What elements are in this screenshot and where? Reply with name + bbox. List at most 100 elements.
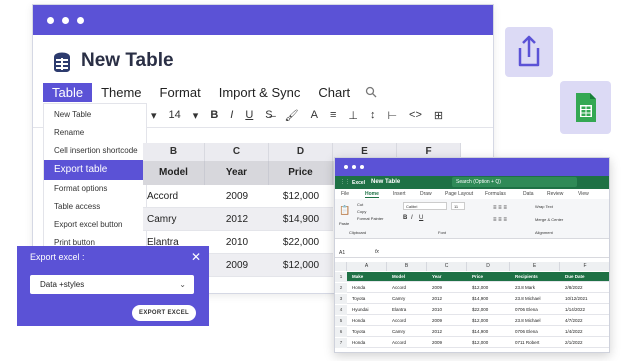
bold-icon[interactable]: B [403, 215, 407, 221]
dropdown-item-export-excel[interactable]: Export excel button [44, 216, 146, 234]
table-cell[interactable]: Honda [347, 316, 387, 326]
ribbon-tab-view[interactable]: View [578, 191, 589, 197]
table-cell[interactable]: Camry [387, 294, 427, 304]
ribbon-tab-formulas[interactable]: Formulas [485, 191, 506, 197]
table-cell[interactable]: Elantra [387, 305, 427, 315]
table-cell[interactable]: $12,000 [269, 254, 333, 277]
ribbon-tab-home[interactable]: Home [365, 191, 379, 198]
table-cell[interactable]: Accord [387, 316, 427, 326]
font-size-value[interactable]: 14 [169, 109, 181, 121]
valign-icon[interactable]: ⊥ [348, 109, 358, 122]
share-card[interactable] [505, 27, 553, 77]
table-cell[interactable]: 2012 [427, 327, 467, 337]
dropdown-item-rename[interactable]: Rename [44, 124, 146, 142]
table-cell[interactable]: 2012 [205, 208, 269, 231]
corner-cell[interactable] [335, 262, 347, 271]
excel-header-cell[interactable]: Price [467, 272, 510, 282]
table-cell[interactable]: 2010 [205, 231, 269, 254]
excel-header-cell[interactable]: Year [427, 272, 467, 282]
export-excel-button[interactable]: EXPORT EXCEL [132, 305, 196, 321]
table-cell[interactable]: Accord [387, 283, 427, 293]
format-painter-button[interactable]: Format Painter [357, 216, 383, 221]
row-number[interactable]: 5 [335, 316, 347, 326]
cell-reference[interactable]: A1 [339, 250, 345, 256]
font-family-select[interactable]: Calibri [403, 202, 447, 210]
wrap-icon[interactable]: ↕ [370, 109, 376, 121]
row-number[interactable]: 2 [335, 283, 347, 293]
table-cell[interactable]: 10/12/2021 [560, 294, 609, 304]
table-cell[interactable]: 1/14/2022 [560, 305, 609, 315]
table-cell[interactable]: 2009 [427, 338, 467, 348]
table-cell[interactable]: Camry [143, 208, 205, 231]
menu-import-sync[interactable]: Import & Sync [210, 83, 310, 102]
menu-theme[interactable]: Theme [92, 83, 150, 102]
ribbon-tab-data[interactable]: Data [523, 191, 534, 197]
table-cell[interactable]: Accord [143, 185, 205, 208]
table-cell[interactable]: 1/4/2022 [560, 327, 609, 337]
align-icon[interactable]: ≡ [330, 109, 336, 121]
paste-icon[interactable]: 📋 [339, 205, 350, 216]
table-cell[interactable]: 23.8 Michael [510, 294, 560, 304]
table-cell[interactable]: 2009 [205, 185, 269, 208]
table-cell[interactable]: Camry [387, 327, 427, 337]
ribbon-tab-page-layout[interactable]: Page Layout [445, 191, 473, 197]
table-cell[interactable]: 23.8 Michael [510, 316, 560, 326]
column-header-c[interactable]: C [205, 143, 269, 161]
column-header[interactable]: F [560, 262, 609, 271]
text-color-icon[interactable]: A [311, 109, 318, 121]
italic-icon[interactable]: I [411, 215, 413, 221]
underline-button[interactable]: U [245, 109, 253, 121]
menu-format[interactable]: Format [151, 83, 210, 102]
table-cell[interactable]: $12,000 [269, 185, 333, 208]
table-cell[interactable]: 0706 Elena [510, 327, 560, 337]
dropdown-item-new-table[interactable]: New Table [44, 106, 146, 124]
code-icon[interactable]: <> [409, 109, 422, 121]
table-cell[interactable]: $12,000 [467, 338, 510, 348]
dropdown-item-format-options[interactable]: Format options [44, 180, 146, 198]
cut-button[interactable]: Cut [357, 202, 363, 207]
merge-center-button[interactable]: Merge & Center [535, 217, 563, 222]
table-cell[interactable]: 2/8/2022 [560, 283, 609, 293]
menu-chart[interactable]: Chart [309, 83, 359, 102]
table-cell[interactable]: Toyota [347, 327, 387, 337]
column-header[interactable]: C [427, 262, 467, 271]
italic-button[interactable]: I [230, 109, 233, 121]
copy-button[interactable]: Copy [357, 209, 366, 214]
table-cell[interactable]: 2010 [427, 305, 467, 315]
table-cell[interactable]: 0711 Robert [510, 338, 560, 348]
excel-header-cell[interactable]: Model [387, 272, 427, 282]
align-icon[interactable]: ≡ ≡ ≡ [493, 205, 507, 211]
google-sheets-card[interactable] [560, 81, 611, 134]
table-cell[interactable]: $12,000 [467, 283, 510, 293]
ribbon-tab-insert[interactable]: Insert [393, 191, 406, 197]
wrap-text-button[interactable]: Wrap Text [535, 204, 553, 209]
excel-header-cell[interactable]: Make [347, 272, 387, 282]
column-header[interactable]: D [467, 262, 510, 271]
table-cell[interactable]: 23.8 Mark [510, 283, 560, 293]
table-cell[interactable]: $14,900 [467, 327, 510, 337]
dropdown-item-export-table[interactable]: Export table [44, 160, 146, 180]
excel-doc-title[interactable]: New Table [371, 179, 400, 185]
excel-header-cell[interactable]: Due Date [560, 272, 609, 282]
table-cell[interactable]: $14,900 [467, 294, 510, 304]
strikethrough-button[interactable]: S̶ [265, 109, 272, 121]
table-cell[interactable]: $14,900 [269, 208, 333, 231]
table-cell[interactable]: 4/7/2022 [560, 316, 609, 326]
table-cell[interactable]: 0706 Elena [510, 305, 560, 315]
header-cell-price[interactable]: Price [269, 161, 333, 185]
column-header[interactable]: E [510, 262, 560, 271]
border-icon[interactable]: ⊞ [434, 109, 443, 122]
table-cell[interactable]: Honda [347, 338, 387, 348]
merge-icon[interactable]: ⊢ [387, 109, 397, 122]
ribbon-tab-draw[interactable]: Draw [420, 191, 432, 197]
table-cell[interactable]: 2009 [427, 283, 467, 293]
font-chevron-icon[interactable]: ▾ [151, 109, 157, 122]
table-cell[interactable]: 2009 [427, 316, 467, 326]
column-header-b[interactable]: B [143, 143, 205, 161]
table-cell[interactable]: 2012 [427, 294, 467, 304]
close-icon[interactable]: ✕ [191, 250, 201, 264]
bold-button[interactable]: B [210, 109, 218, 121]
column-header[interactable]: B [387, 262, 427, 271]
row-number[interactable]: 3 [335, 294, 347, 304]
table-cell[interactable]: Toyota [347, 294, 387, 304]
